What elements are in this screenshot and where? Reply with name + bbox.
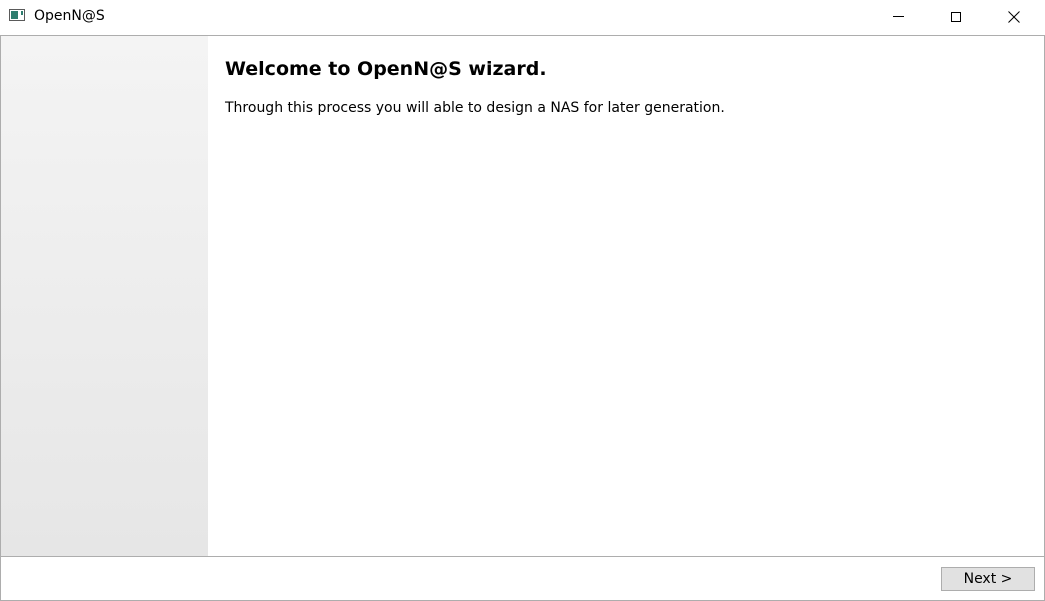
minimize-icon bbox=[892, 16, 904, 17]
window-title: OpenN@S bbox=[34, 8, 105, 24]
minimize-button[interactable] bbox=[869, 0, 927, 33]
wizard-window: OpenN@S Welcome to OpenN@S wizard. Throu… bbox=[0, 0, 1045, 601]
maximize-button[interactable] bbox=[927, 0, 985, 33]
app-window-icon bbox=[9, 9, 25, 21]
page-title: Welcome to OpenN@S wizard. bbox=[225, 58, 547, 80]
next-button[interactable]: Next > bbox=[941, 567, 1035, 591]
maximize-icon bbox=[951, 11, 961, 22]
wizard-sidebar bbox=[1, 36, 208, 557]
close-button[interactable] bbox=[985, 0, 1043, 33]
wizard-content-frame: Welcome to OpenN@S wizard. Through this … bbox=[0, 35, 1045, 557]
title-bar[interactable]: OpenN@S bbox=[0, 0, 1045, 33]
close-icon bbox=[1008, 10, 1020, 23]
page-description: Through this process you will able to de… bbox=[225, 100, 725, 116]
wizard-page: Welcome to OpenN@S wizard. Through this … bbox=[208, 36, 1044, 557]
wizard-footer: Next > bbox=[0, 556, 1045, 601]
